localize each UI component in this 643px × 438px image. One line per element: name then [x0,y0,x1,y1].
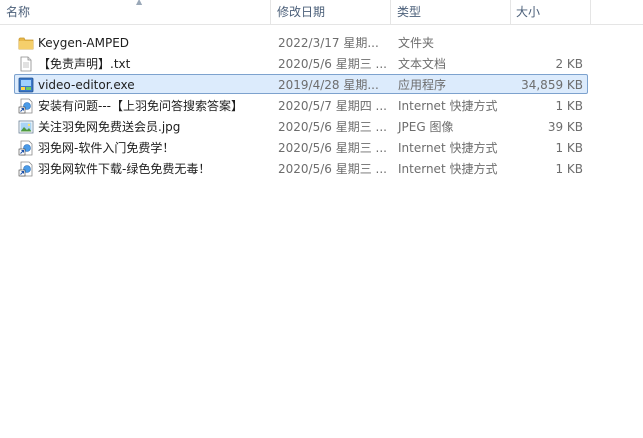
image-file-icon [18,120,34,133]
column-header-date-label: 修改日期 [277,5,326,19]
file-type: 应用程序 [398,78,447,92]
column-header-size-label: 大小 [516,5,541,19]
file-name: 关注羽免网免费送会员.jpg [38,120,181,134]
column-header-name[interactable]: ▲ 名称 [0,0,271,24]
file-name: 【免责声明】.txt [38,57,131,71]
internet-shortcut-icon [18,98,33,113]
file-row[interactable]: 安装有问题---【上羽免问答搜索答案】 2020/5/7 星期四 ... Int… [0,95,643,116]
application-icon [18,77,34,92]
file-size: 2 KB [555,56,583,71]
file-name-cell: 羽免网软件下载-绿色免费无毒！ [0,160,271,177]
file-name: video-editor.exe [38,77,135,92]
file-type: Internet 快捷方式 [398,141,498,155]
file-size: 1 KB [555,140,583,155]
folder-icon [18,37,34,49]
file-date: 2020/5/6 星期三 ... [278,120,387,134]
file-type: JPEG 图像 [398,120,454,134]
column-header-size[interactable]: 大小 [511,0,591,24]
file-row[interactable]: 关注羽免网免费送会员.jpg 2020/5/6 星期三 ... JPEG 图像 … [0,116,643,137]
file-name: Keygen-AMPED [38,35,130,50]
file-date: 2020/5/7 星期四 ... [278,99,387,113]
file-type: 文件夹 [398,36,435,50]
text-file-icon [20,56,32,71]
file-name-cell: Keygen-AMPED [0,35,271,51]
internet-shortcut-icon [18,140,33,155]
file-list: Keygen-AMPED 2022/3/17 星期... 文件夹 【免责声明】.… [0,32,643,179]
internet-shortcut-icon [18,161,33,176]
file-date: 2020/5/6 星期三 ... [278,162,387,176]
file-date: 2019/4/28 星期... [278,78,379,92]
file-row[interactable]: 羽免网软件下载-绿色免费无毒！ 2020/5/6 星期三 ... Interne… [0,158,643,179]
file-size: 1 KB [555,98,583,113]
column-header-name-label: 名称 [6,5,31,19]
file-date: 2022/3/17 星期... [278,36,379,50]
file-type: Internet 快捷方式 [398,162,498,176]
file-name-cell: 安装有问题---【上羽免问答搜索答案】 [0,97,271,114]
column-header-type[interactable]: 类型 [391,0,511,24]
sort-ascending-icon: ▲ [136,0,143,6]
file-name: 安装有问题---【上羽免问答搜索答案】 [38,99,243,113]
column-header-date[interactable]: 修改日期 [271,0,391,24]
file-date: 2020/5/6 星期三 ... [278,141,387,155]
file-type: 文本文档 [398,57,447,71]
column-header-filler [591,0,643,24]
file-name: 羽免网-软件入门免费学！ [38,141,175,155]
file-date: 2020/5/6 星期三 ... [278,57,387,71]
file-name-cell: 关注羽免网免费送会员.jpg [0,118,271,135]
file-row[interactable]: 羽免网-软件入门免费学！ 2020/5/6 星期三 ... Internet 快… [0,137,643,158]
file-name: 羽免网软件下载-绿色免费无毒！ [38,162,211,176]
column-header-type-label: 类型 [397,5,422,19]
file-row[interactable]: 【免责声明】.txt 2020/5/6 星期三 ... 文本文档 2 KB [0,53,643,74]
file-size: 34,859 KB [521,77,583,92]
file-name-cell: video-editor.exe [0,77,271,93]
file-row-selected[interactable]: video-editor.exe 2019/4/28 星期... 应用程序 34… [0,74,643,95]
file-type: Internet 快捷方式 [398,99,498,113]
column-header: ▲ 名称 修改日期 类型 大小 [0,0,643,25]
file-size: 1 KB [555,161,583,176]
file-size: 39 KB [547,119,583,134]
file-row[interactable]: Keygen-AMPED 2022/3/17 星期... 文件夹 [0,32,643,53]
file-explorer: ▲ 名称 修改日期 类型 大小 Keygen-AMPED 2022/3/17 星… [0,0,643,438]
file-name-cell: 【免责声明】.txt [0,55,271,72]
file-name-cell: 羽免网-软件入门免费学！ [0,139,271,156]
